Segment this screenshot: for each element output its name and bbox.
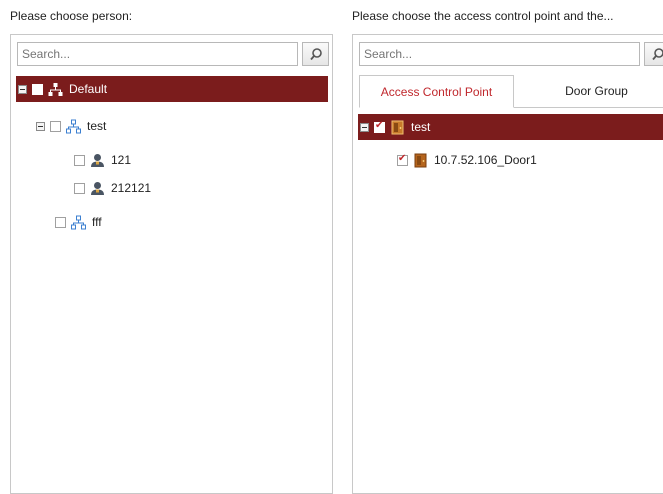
collapse-icon[interactable] [36, 122, 45, 131]
tree-node-test[interactable]: test [36, 113, 106, 139]
person-search-row [17, 42, 326, 66]
tree-node-default[interactable]: Default [16, 76, 328, 102]
tab-bar: Access Control Point Door Group [359, 75, 663, 108]
tree-node-test-door-group[interactable]: test [358, 114, 663, 140]
person-heading: Please choose person: [10, 9, 132, 23]
collapse-icon[interactable] [18, 85, 27, 94]
person-icon [90, 181, 105, 196]
collapse-icon[interactable] [360, 123, 369, 132]
door-checkbox[interactable] [397, 155, 408, 166]
tree-node-door[interactable]: 10.7.52.106_Door1 [397, 147, 537, 173]
tree-node-label: test [411, 120, 430, 134]
access-search-button[interactable] [644, 42, 663, 66]
person-checkbox[interactable] [74, 155, 85, 166]
tree-node-label: Default [69, 82, 107, 96]
tree-node-label: fff [92, 215, 102, 229]
person-panel: Default test 121 [10, 34, 333, 494]
tree-node-label: 212121 [111, 181, 151, 195]
org-icon [48, 82, 63, 97]
tab-access-control-point[interactable]: Access Control Point [359, 75, 514, 108]
person-search-input[interactable] [17, 42, 298, 66]
door-icon [390, 120, 405, 135]
fff-checkbox[interactable] [55, 217, 66, 228]
test-checkbox[interactable] [50, 121, 61, 132]
tab-door-group[interactable]: Door Group [519, 75, 663, 107]
tree-node-label: test [87, 119, 106, 133]
person-icon [90, 153, 105, 168]
tree-node-person[interactable]: 212121 [74, 175, 151, 201]
door-icon [413, 153, 428, 168]
access-search-input[interactable] [359, 42, 640, 66]
tree-node-person[interactable]: 121 [74, 147, 131, 173]
tree-node-fff[interactable]: fff [55, 209, 102, 235]
access-point-heading: Please choose the access control point a… [352, 9, 614, 23]
access-search-row [359, 42, 658, 66]
access-point-panel: Access Control Point Door Group test 10.… [352, 34, 663, 494]
search-icon [309, 47, 323, 61]
org-icon [71, 215, 86, 230]
test-door-checkbox[interactable] [374, 122, 385, 133]
search-icon [651, 47, 663, 61]
org-icon [66, 119, 81, 134]
default-checkbox[interactable] [32, 84, 43, 95]
person-checkbox[interactable] [74, 183, 85, 194]
tree-node-label: 10.7.52.106_Door1 [434, 153, 537, 167]
person-search-button[interactable] [302, 42, 329, 66]
tree-node-label: 121 [111, 153, 131, 167]
